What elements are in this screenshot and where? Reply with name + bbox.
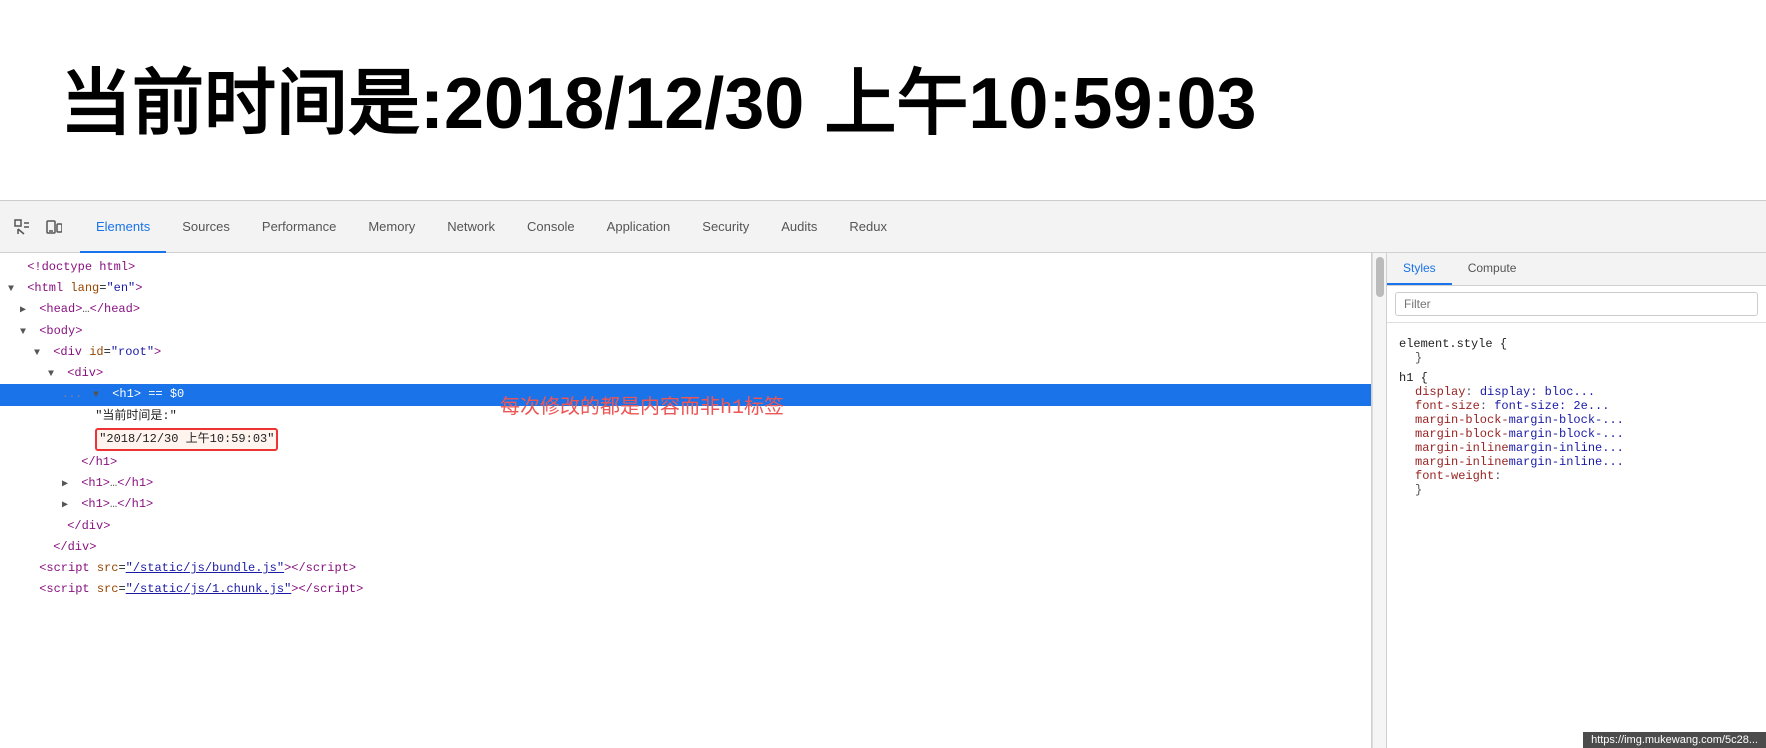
devtools-icon-group	[8, 213, 68, 241]
html-line-div-close[interactable]: </div>	[0, 516, 1371, 537]
tab-application[interactable]: Application	[591, 202, 687, 253]
html-line-div-root[interactable]: <div id="root">	[0, 342, 1371, 363]
tab-computed[interactable]: Compute	[1452, 253, 1533, 285]
triangle-div-inner[interactable]	[48, 367, 60, 383]
page-content-area: 当前时间是:2018/12/30 上午10:59:03	[0, 0, 1766, 200]
devtools-body: 每次修改的都是内容而非h1标签 <!doctype html> <html la…	[0, 253, 1766, 748]
h1-display-prop: display: display: bloc...	[1415, 385, 1754, 399]
tab-audits[interactable]: Audits	[765, 202, 833, 253]
element-style-body: }	[1399, 351, 1754, 365]
html-line-div-inner[interactable]: <div>	[0, 363, 1371, 384]
highlight-text-node: "2018/12/30 上午10:59:03"	[95, 428, 278, 451]
html-line-h1-3[interactable]: <h1>…</h1>	[0, 494, 1371, 515]
tab-performance[interactable]: Performance	[246, 202, 352, 253]
tab-memory[interactable]: Memory	[352, 202, 431, 253]
tab-elements[interactable]: Elements	[80, 202, 166, 253]
filter-input[interactable]	[1395, 292, 1758, 316]
triangle-div-root[interactable]	[34, 346, 46, 362]
devtools-toolbar: Elements Sources Performance Memory Netw…	[0, 201, 1766, 253]
html-line-h1-selected[interactable]: ... <h1> == $0	[0, 384, 1371, 406]
triangle-html[interactable]	[8, 282, 20, 298]
page-title: 当前时间是:2018/12/30 上午10:59:03	[60, 65, 1257, 144]
h1-margininlinestart-prop: margin-inlinemargin-inline...	[1415, 441, 1754, 455]
triangle-body[interactable]	[20, 325, 32, 341]
tab-sources[interactable]: Sources	[166, 202, 246, 253]
html-line-body[interactable]: <body>	[0, 321, 1371, 342]
html-line-h1-2[interactable]: <h1>…</h1>	[0, 473, 1371, 494]
styles-panel: Styles Compute element.style { } h1 { di…	[1386, 253, 1766, 748]
tooltip-bar: https://img.mukewang.com/5c28...	[1583, 732, 1766, 748]
triangle-head[interactable]	[20, 303, 32, 319]
tab-redux[interactable]: Redux	[833, 202, 903, 253]
h1-margininlineend-prop: margin-inlinemargin-inline...	[1415, 455, 1754, 469]
h1-marginblockend-prop: margin-block-margin-block-...	[1415, 427, 1754, 441]
html-line-head[interactable]: <head>…</head>	[0, 299, 1371, 320]
h1-style-body: display: display: bloc... font-size: fon…	[1399, 385, 1754, 497]
tab-security[interactable]: Security	[686, 202, 765, 253]
styles-tabs: Styles Compute	[1387, 253, 1766, 286]
element-style-selector: element.style {	[1399, 337, 1754, 351]
h1-marginblockstart-prop: margin-block-margin-block-...	[1415, 413, 1754, 427]
triangle-h1-selected[interactable]	[93, 388, 105, 404]
tab-network[interactable]: Network	[431, 202, 511, 253]
h1-fontsize-prop: font-size: font-size: 2e...	[1415, 399, 1754, 413]
html-line-div-root-close[interactable]: </div>	[0, 537, 1371, 558]
device-toolbar-icon[interactable]	[40, 213, 68, 241]
html-line-script2[interactable]: <script src="/static/js/1.chunk.js"></sc…	[0, 579, 1371, 600]
devtools-tabs: Elements Sources Performance Memory Netw…	[80, 201, 903, 252]
html-line-script1[interactable]: <script src="/static/js/bundle.js"></scr…	[0, 558, 1371, 579]
triangle-h1-2[interactable]	[62, 477, 74, 493]
inspect-element-icon[interactable]	[8, 213, 36, 241]
tab-console[interactable]: Console	[511, 202, 591, 253]
devtools-panel: Elements Sources Performance Memory Netw…	[0, 200, 1766, 748]
h1-style-selector: h1 {	[1399, 371, 1754, 385]
triangle-h1-3[interactable]	[62, 498, 74, 514]
tab-styles[interactable]: Styles	[1387, 253, 1452, 285]
html-panel[interactable]: 每次修改的都是内容而非h1标签 <!doctype html> <html la…	[0, 253, 1372, 748]
styles-filter	[1387, 286, 1766, 323]
h1-fontweight-prop: font-weight:	[1415, 469, 1754, 483]
styles-content: element.style { } h1 { display: display:…	[1387, 323, 1766, 748]
html-line-doctype[interactable]: <!doctype html>	[0, 257, 1371, 278]
html-line-h1-close[interactable]: </h1>	[0, 452, 1371, 473]
html-panel-scrollbar[interactable]	[1372, 253, 1386, 748]
html-line-html[interactable]: <html lang="en">	[0, 278, 1371, 299]
html-line-text1[interactable]: "当前时间是:"	[0, 406, 1371, 427]
h1-close: }	[1415, 483, 1754, 497]
scrollbar-thumb[interactable]	[1376, 257, 1384, 297]
html-line-text2[interactable]: "2018/12/30 上午10:59:03"	[0, 427, 1371, 452]
